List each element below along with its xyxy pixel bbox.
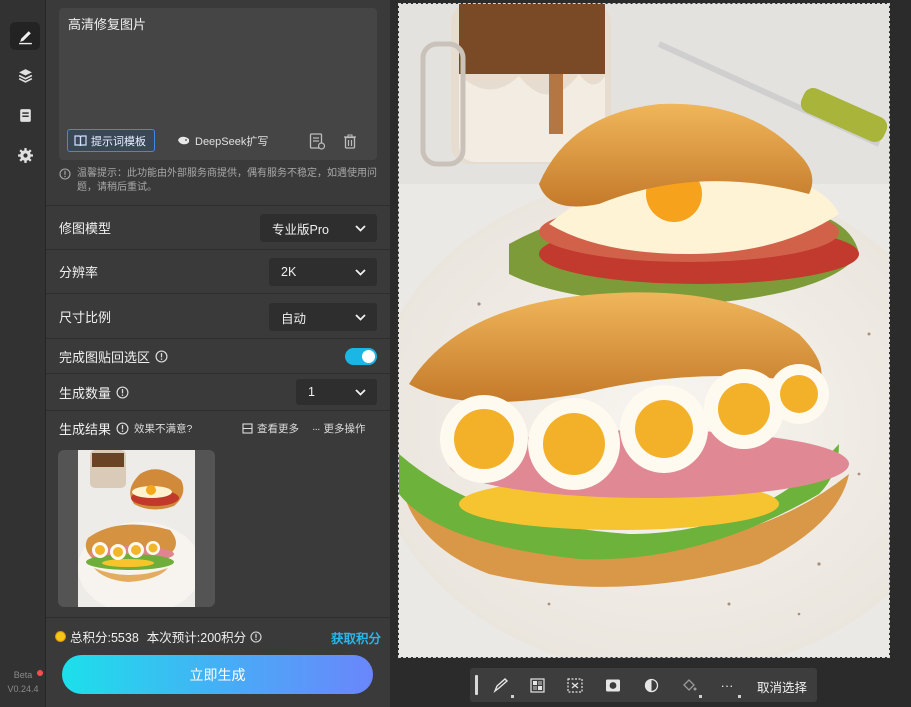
get-points-link[interactable]: 获取积分 [331, 628, 381, 647]
service-notice: 温馨提示：此功能由外部服务商提供，偶有服务不稳定，如遇使用问题，请稍后重试。 [59, 167, 377, 195]
image-grid-icon [242, 423, 253, 434]
contrast-icon[interactable] [642, 676, 660, 694]
resolution-row: 分辨率 2K [46, 249, 390, 293]
result-thumbnail-card[interactable] [58, 450, 215, 607]
layers-icon[interactable] [10, 61, 40, 89]
notification-dot [37, 670, 43, 676]
paste-back-row: 完成图贴回选区 [46, 338, 390, 373]
deepseek-label: DeepSeek扩写 [195, 135, 269, 148]
more-icon[interactable]: ··· [718, 676, 736, 694]
resolution-select[interactable]: 2K [269, 258, 377, 286]
count-value: 1 [308, 385, 315, 399]
chevron-down-icon [355, 313, 366, 321]
gear-icon[interactable] [10, 141, 40, 169]
left-icon-rail: Beta V0.24.4 [0, 0, 46, 707]
cancel-selection-button[interactable]: 取消选择 [757, 677, 807, 696]
history-icon[interactable] [308, 132, 326, 150]
settings-panel: 高清修复图片 提示词模板 DeepSeek扩写 温馨提示：此功能由外部服务商提供… [46, 0, 390, 707]
panel-footer: 总积分:5538 本次预计:200积分 获取积分 立即生成 [46, 617, 390, 707]
info-icon[interactable] [155, 349, 168, 363]
ratio-label: 尺寸比例 [59, 309, 112, 325]
info-icon[interactable] [116, 385, 129, 399]
paste-back-toggle[interactable] [345, 348, 377, 365]
deepseek-expand-button[interactable]: DeepSeek扩写 [177, 129, 268, 152]
chevron-down-icon [355, 268, 366, 276]
chevron-down-icon [355, 388, 366, 396]
result-thumbnail[interactable] [78, 450, 195, 607]
generate-button[interactable]: 立即生成 [62, 655, 373, 694]
results-label-wrap: 生成结果 效果不满意? [59, 419, 192, 438]
submenu-indicator [738, 695, 741, 698]
count-label-wrap: 生成数量 [59, 383, 129, 402]
notice-text: 温馨提示：此功能由外部服务商提供，偶有服务不稳定，如遇使用问题，请稍后重试。 [77, 168, 377, 193]
model-select[interactable]: 专业版Pro [260, 214, 377, 242]
view-more-link[interactable]: 查看更多 [242, 421, 299, 436]
mask-icon[interactable] [604, 676, 622, 694]
results-header: 生成结果 效果不满意? 查看更多 ··· 更多操作 [59, 418, 377, 438]
ratio-select[interactable]: 自动 [269, 303, 377, 331]
unsatisfied-link[interactable]: 效果不满意? [134, 421, 192, 436]
chevron-down-icon [355, 224, 366, 232]
total-points: 总积分:5538 [70, 631, 139, 645]
ellipsis-icon: ··· [312, 422, 320, 435]
view-more-label: 查看更多 [257, 423, 299, 435]
count-select[interactable]: 1 [296, 379, 377, 405]
version-label: V0.24.4 [7, 684, 39, 694]
resolution-value: 2K [281, 265, 297, 279]
paste-back-label: 完成图贴回选区 [59, 349, 151, 365]
points-summary: 总积分:5538 本次预计:200积分 [55, 627, 262, 646]
prompt-textarea[interactable]: 高清修复图片 提示词模板 DeepSeek扩写 [59, 8, 377, 160]
canvas-image[interactable] [398, 3, 890, 658]
coin-icon [55, 631, 66, 642]
ratio-row: 尺寸比例 自动 [46, 293, 390, 338]
estimate-points: 本次预计:200积分 [146, 631, 247, 645]
submenu-indicator [699, 695, 702, 698]
divider [46, 410, 390, 411]
paste-back-label-wrap: 完成图贴回选区 [59, 347, 168, 366]
fill-bucket-icon[interactable] [680, 676, 698, 694]
submenu-indicator [511, 695, 514, 698]
prompt-text[interactable]: 高清修复图片 [68, 14, 146, 33]
count-label: 生成数量 [59, 385, 112, 401]
info-icon [59, 168, 71, 180]
canvas-toolbar: ··· 取消选择 [470, 668, 817, 702]
results-label: 生成结果 [59, 422, 112, 437]
model-value: 专业版Pro [272, 222, 329, 237]
more-actions-label: 更多操作 [323, 423, 366, 435]
info-icon[interactable] [250, 630, 262, 643]
info-icon[interactable] [116, 422, 129, 435]
count-row: 生成数量 1 [46, 373, 390, 410]
model-row: 修图模型 专业版Pro [46, 205, 390, 249]
prompt-template-button[interactable]: 提示词模板 [67, 129, 155, 152]
trash-icon[interactable] [341, 132, 359, 150]
whale-icon [178, 136, 190, 145]
prompt-template-label: 提示词模板 [91, 135, 146, 148]
brush-select-icon[interactable] [492, 676, 510, 694]
toolbar-grip[interactable] [475, 675, 478, 695]
brush-icon[interactable] [10, 22, 40, 50]
clipboard-icon[interactable] [10, 101, 40, 129]
more-actions-link[interactable]: ··· 更多操作 [312, 421, 366, 436]
ratio-value: 自动 [281, 311, 307, 326]
checker-icon[interactable] [528, 676, 546, 694]
model-label: 修图模型 [59, 221, 112, 236]
resolution-label: 分辨率 [59, 265, 99, 280]
book-icon [74, 134, 87, 146]
invert-selection-icon[interactable] [566, 676, 584, 694]
